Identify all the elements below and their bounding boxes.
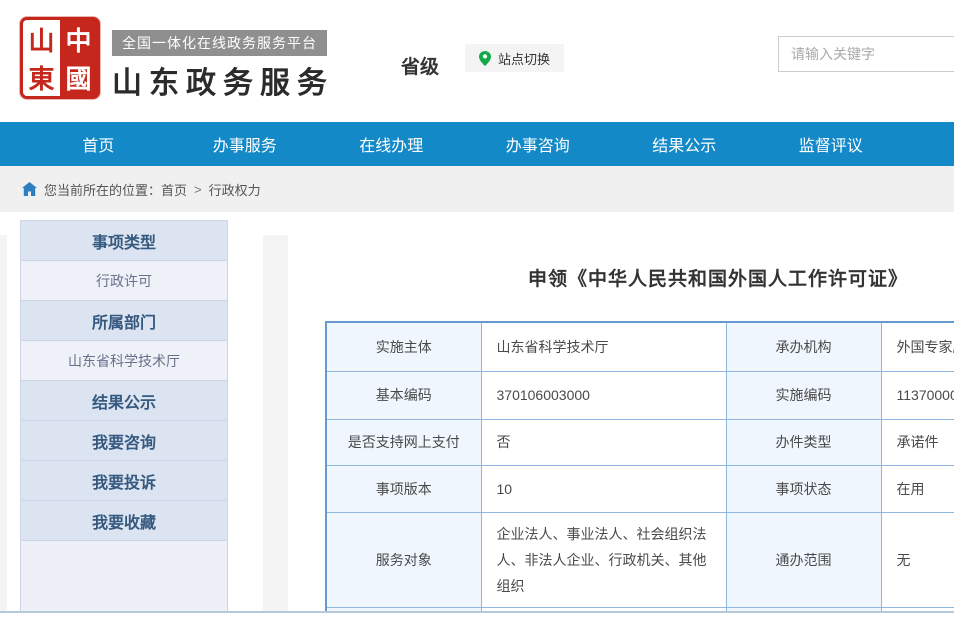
sidebar-item-science-tech-dept[interactable]: 山东省科学技术厅: [21, 341, 227, 381]
table-row: 基本编码 370106003000 实施编码 113700000: [326, 371, 954, 419]
cell-value: 否: [481, 419, 726, 465]
cell-value: 无: [881, 512, 954, 607]
table-row: 是否支持网上支付 否 办件类型 承诺件: [326, 419, 954, 465]
nav-item-results[interactable]: 结果公示: [611, 122, 758, 166]
nav-item-consultation[interactable]: 办事咨询: [465, 122, 612, 166]
breadcrumb-prefix: 您当前所在的位置：: [44, 180, 161, 199]
location-pin-icon: [479, 51, 491, 66]
search-box: [778, 36, 954, 72]
platform-badge: 全国一体化在线政务服务平台: [112, 30, 327, 56]
cell-value: 外国专家服: [881, 322, 954, 371]
seal-char: 東: [23, 58, 60, 96]
cell-value: 承诺件: [881, 419, 954, 465]
cell-label: 事项状态: [726, 465, 881, 512]
table-row: 事项版本 10 事项状态 在用: [326, 465, 954, 512]
nav-item-services[interactable]: 办事服务: [172, 122, 319, 166]
sidebar-item-consult[interactable]: 我要咨询: [21, 421, 227, 461]
breadcrumb-current[interactable]: 行政权力: [209, 180, 261, 199]
cell-label: 实施编码: [726, 371, 881, 419]
seal-char: 國: [60, 58, 97, 96]
cell-value: 370106003000: [481, 371, 726, 419]
cell-value: 在用: [881, 465, 954, 512]
cell-label: 实施主体: [326, 322, 481, 371]
page-title: 申领《中华人民共和国外国人工作许可证》: [325, 264, 954, 291]
sidebar-item-department[interactable]: 所属部门: [21, 301, 227, 341]
main-content: 申领《中华人民共和国外国人工作许可证》 实施主体 山东省科学技术厅 承办机构 外…: [325, 212, 954, 611]
site-logo[interactable]: 山 中 東 國 全国一体化在线政务服务平台 山东政务服务: [20, 17, 334, 102]
table-row: 服务对象 企业法人、事业法人、社会组织法人、非法人企业、行政机关、其他组织 通办…: [326, 512, 954, 607]
seal-char: 中: [60, 20, 97, 58]
sidebar-item-complaint[interactable]: 我要投诉: [21, 461, 227, 501]
nav-item-home[interactable]: 首页: [25, 122, 172, 166]
sidebar: 事项类型 行政许可 所属部门 山东省科学技术厅 结果公示 我要咨询 我要投诉 我…: [20, 220, 228, 611]
sidebar-item-favorite[interactable]: 我要收藏: [21, 501, 227, 541]
brand-block: 全国一体化在线政务服务平台 山东政务服务: [112, 17, 334, 102]
nav-item-supervision[interactable]: 监督评议: [758, 122, 905, 166]
breadcrumb: 您当前所在的位置： 首页 > 行政权力: [0, 166, 954, 212]
sidebar-item-item-type[interactable]: 事项类型: [21, 221, 227, 261]
cell-value: 10: [481, 465, 726, 512]
breadcrumb-home-link[interactable]: 首页: [161, 180, 187, 199]
cell-value: 113700000: [881, 371, 954, 419]
nav-item-online-handling[interactable]: 在线办理: [318, 122, 465, 166]
search-input[interactable]: [779, 37, 954, 71]
site-switch-button[interactable]: 站点切换: [465, 44, 564, 72]
footer-top-border: [0, 611, 954, 613]
cell-label: 服务对象: [326, 512, 481, 607]
site-header: 山 中 東 國 全国一体化在线政务服务平台 山东政务服务 省级 站点切换: [0, 0, 954, 122]
cell-value: 企业法人、事业法人、社会组织法人、非法人企业、行政机关、其他组织: [481, 512, 726, 607]
breadcrumb-separator: >: [194, 182, 202, 197]
left-gutter-strip: [0, 235, 7, 611]
main-nav: 首页 办事服务 在线办理 办事咨询 结果公示 监督评议: [0, 122, 954, 166]
sidebar-item-administrative-license[interactable]: 行政许可: [21, 261, 227, 301]
site-level-label: 省级: [401, 52, 439, 79]
item-info-table: 实施主体 山东省科学技术厅 承办机构 外国专家服 基本编码 3701060030…: [325, 321, 954, 611]
sidebar-item-results-publicity[interactable]: 结果公示: [21, 381, 227, 421]
seal-char: 山: [23, 20, 60, 58]
cell-label: 办件类型: [726, 419, 881, 465]
cell-label: 基本编码: [326, 371, 481, 419]
cell-label: 通办范围: [726, 512, 881, 607]
home-icon: [22, 182, 37, 196]
page-body: 事项类型 行政许可 所属部门 山东省科学技术厅 结果公示 我要咨询 我要投诉 我…: [0, 212, 954, 611]
cell-label: 承办机构: [726, 322, 881, 371]
content-divider-strip: [263, 235, 288, 611]
page: 山 中 東 國 全国一体化在线政务服务平台 山东政务服务 省级 站点切换 首页 …: [0, 0, 954, 620]
shandong-seal-icon: 山 中 東 國: [20, 17, 100, 99]
table-row: 实施主体 山东省科学技术厅 承办机构 外国专家服: [326, 322, 954, 371]
cell-value: 山东省科学技术厅: [481, 322, 726, 371]
site-title: 山东政务服务: [112, 58, 334, 102]
sidebar-filler: [21, 541, 227, 611]
cell-label: 事项版本: [326, 465, 481, 512]
site-switch-label: 站点切换: [498, 49, 550, 68]
cell-label: 是否支持网上支付: [326, 419, 481, 465]
